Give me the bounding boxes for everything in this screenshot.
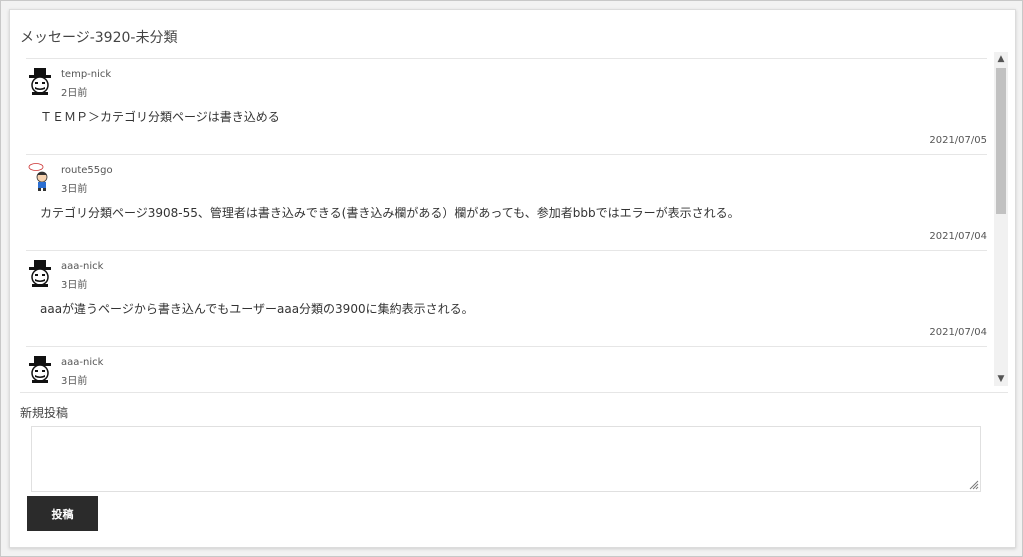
message-author[interactable]: route55go [61,165,113,176]
message-body: ＴＥＭＰ＞カテゴリ分類ページは書き込める [40,110,280,124]
post-button[interactable]: 投稿 [27,496,98,531]
message-body: カテゴリ分類ページ3908-55、管理者は書き込みできる(書き込み欄がある）欄が… [40,206,740,220]
message-list[interactable]: temp-nick 2日前 ＴＥＭＰ＞カテゴリ分類ページは書き込める 2021/… [26,58,1009,388]
hat-mustache-avatar-icon [29,356,51,383]
message-list-scrollbar[interactable]: ▲ ▼ [994,52,1008,386]
message-date: 2021/07/04 [929,231,987,242]
new-post-label: 新規投稿 [20,406,69,420]
page-title: メッセージ-3920-未分類 [20,30,178,46]
message-body: aaaが違うページから書き込んでもユーザーaaa分類の3900に集約表示される。 [40,302,474,316]
message-author[interactable]: aaa-nick [61,357,103,368]
message-item: route55go 3日前 カテゴリ分類ページ3908-55、管理者は書き込みで… [26,154,987,250]
boy-character-avatar-icon [28,163,48,191]
message-age: 3日前 [61,184,88,195]
message-age: 3日前 [61,376,88,387]
message-panel: メッセージ-3920-未分類 temp-nick 2日前 ＴＥＭＰ＞カテゴリ分類… [9,9,1016,548]
message-author[interactable]: aaa-nick [61,261,103,272]
section-divider [20,392,1008,393]
scroll-down-arrow-icon[interactable]: ▼ [994,372,1008,386]
message-item: aaa-nick 3日前 aaaが違うページから書き込んでもユーザーaaa分類の… [26,250,987,346]
resize-grip-icon[interactable] [967,478,979,490]
window-frame: メッセージ-3920-未分類 temp-nick 2日前 ＴＥＭＰ＞カテゴリ分類… [0,0,1023,557]
message-item: temp-nick 2日前 ＴＥＭＰ＞カテゴリ分類ページは書き込める 2021/… [26,58,987,154]
message-item: aaa-nick 3日前 [26,346,987,388]
hat-mustache-avatar-icon [29,260,51,287]
message-age: 3日前 [61,280,88,291]
message-date: 2021/07/04 [929,327,987,338]
message-date: 2021/07/05 [929,135,987,146]
scrollbar-thumb[interactable] [996,68,1006,214]
hat-mustache-avatar-icon [29,68,51,95]
scroll-up-arrow-icon[interactable]: ▲ [994,52,1008,66]
message-author[interactable]: temp-nick [61,69,111,80]
new-post-textarea[interactable] [31,426,981,492]
message-age: 2日前 [61,88,88,99]
